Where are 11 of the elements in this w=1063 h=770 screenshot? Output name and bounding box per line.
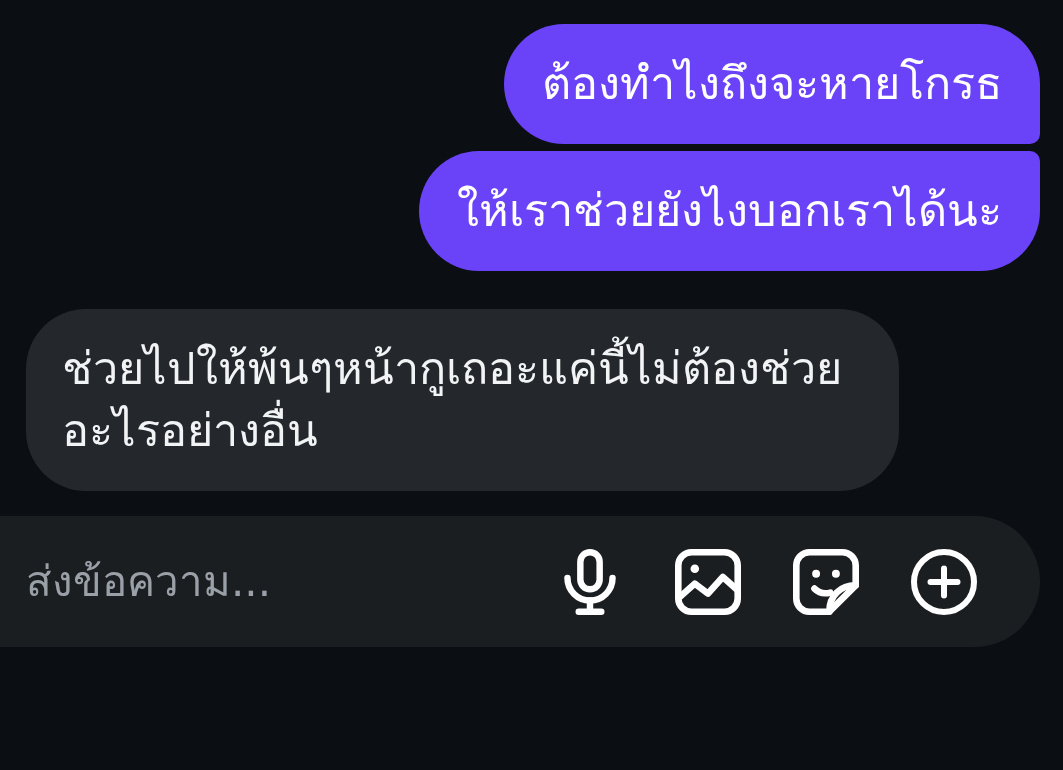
message-bubble: ต้องทำไงถึงจะหายโกรธ bbox=[504, 24, 1040, 144]
sticker-button[interactable] bbox=[791, 546, 861, 617]
message-bubble: ช่วยไปให้พ้นๆหน้ากูเถอะแค่นี้ไม่ต้องช่วยอะไรอย่างอื่น bbox=[26, 309, 899, 491]
add-button[interactable] bbox=[909, 546, 979, 617]
image-icon bbox=[675, 548, 741, 615]
message-input-field[interactable]: ส่งข้อความ... bbox=[26, 557, 555, 606]
image-button[interactable] bbox=[673, 546, 743, 617]
message-bubble: ให้เราช่วยยังไงบอกเราได้นะ bbox=[419, 151, 1040, 271]
sticker-icon bbox=[793, 548, 859, 615]
microphone-icon bbox=[563, 548, 617, 615]
plus-icon bbox=[911, 548, 977, 615]
